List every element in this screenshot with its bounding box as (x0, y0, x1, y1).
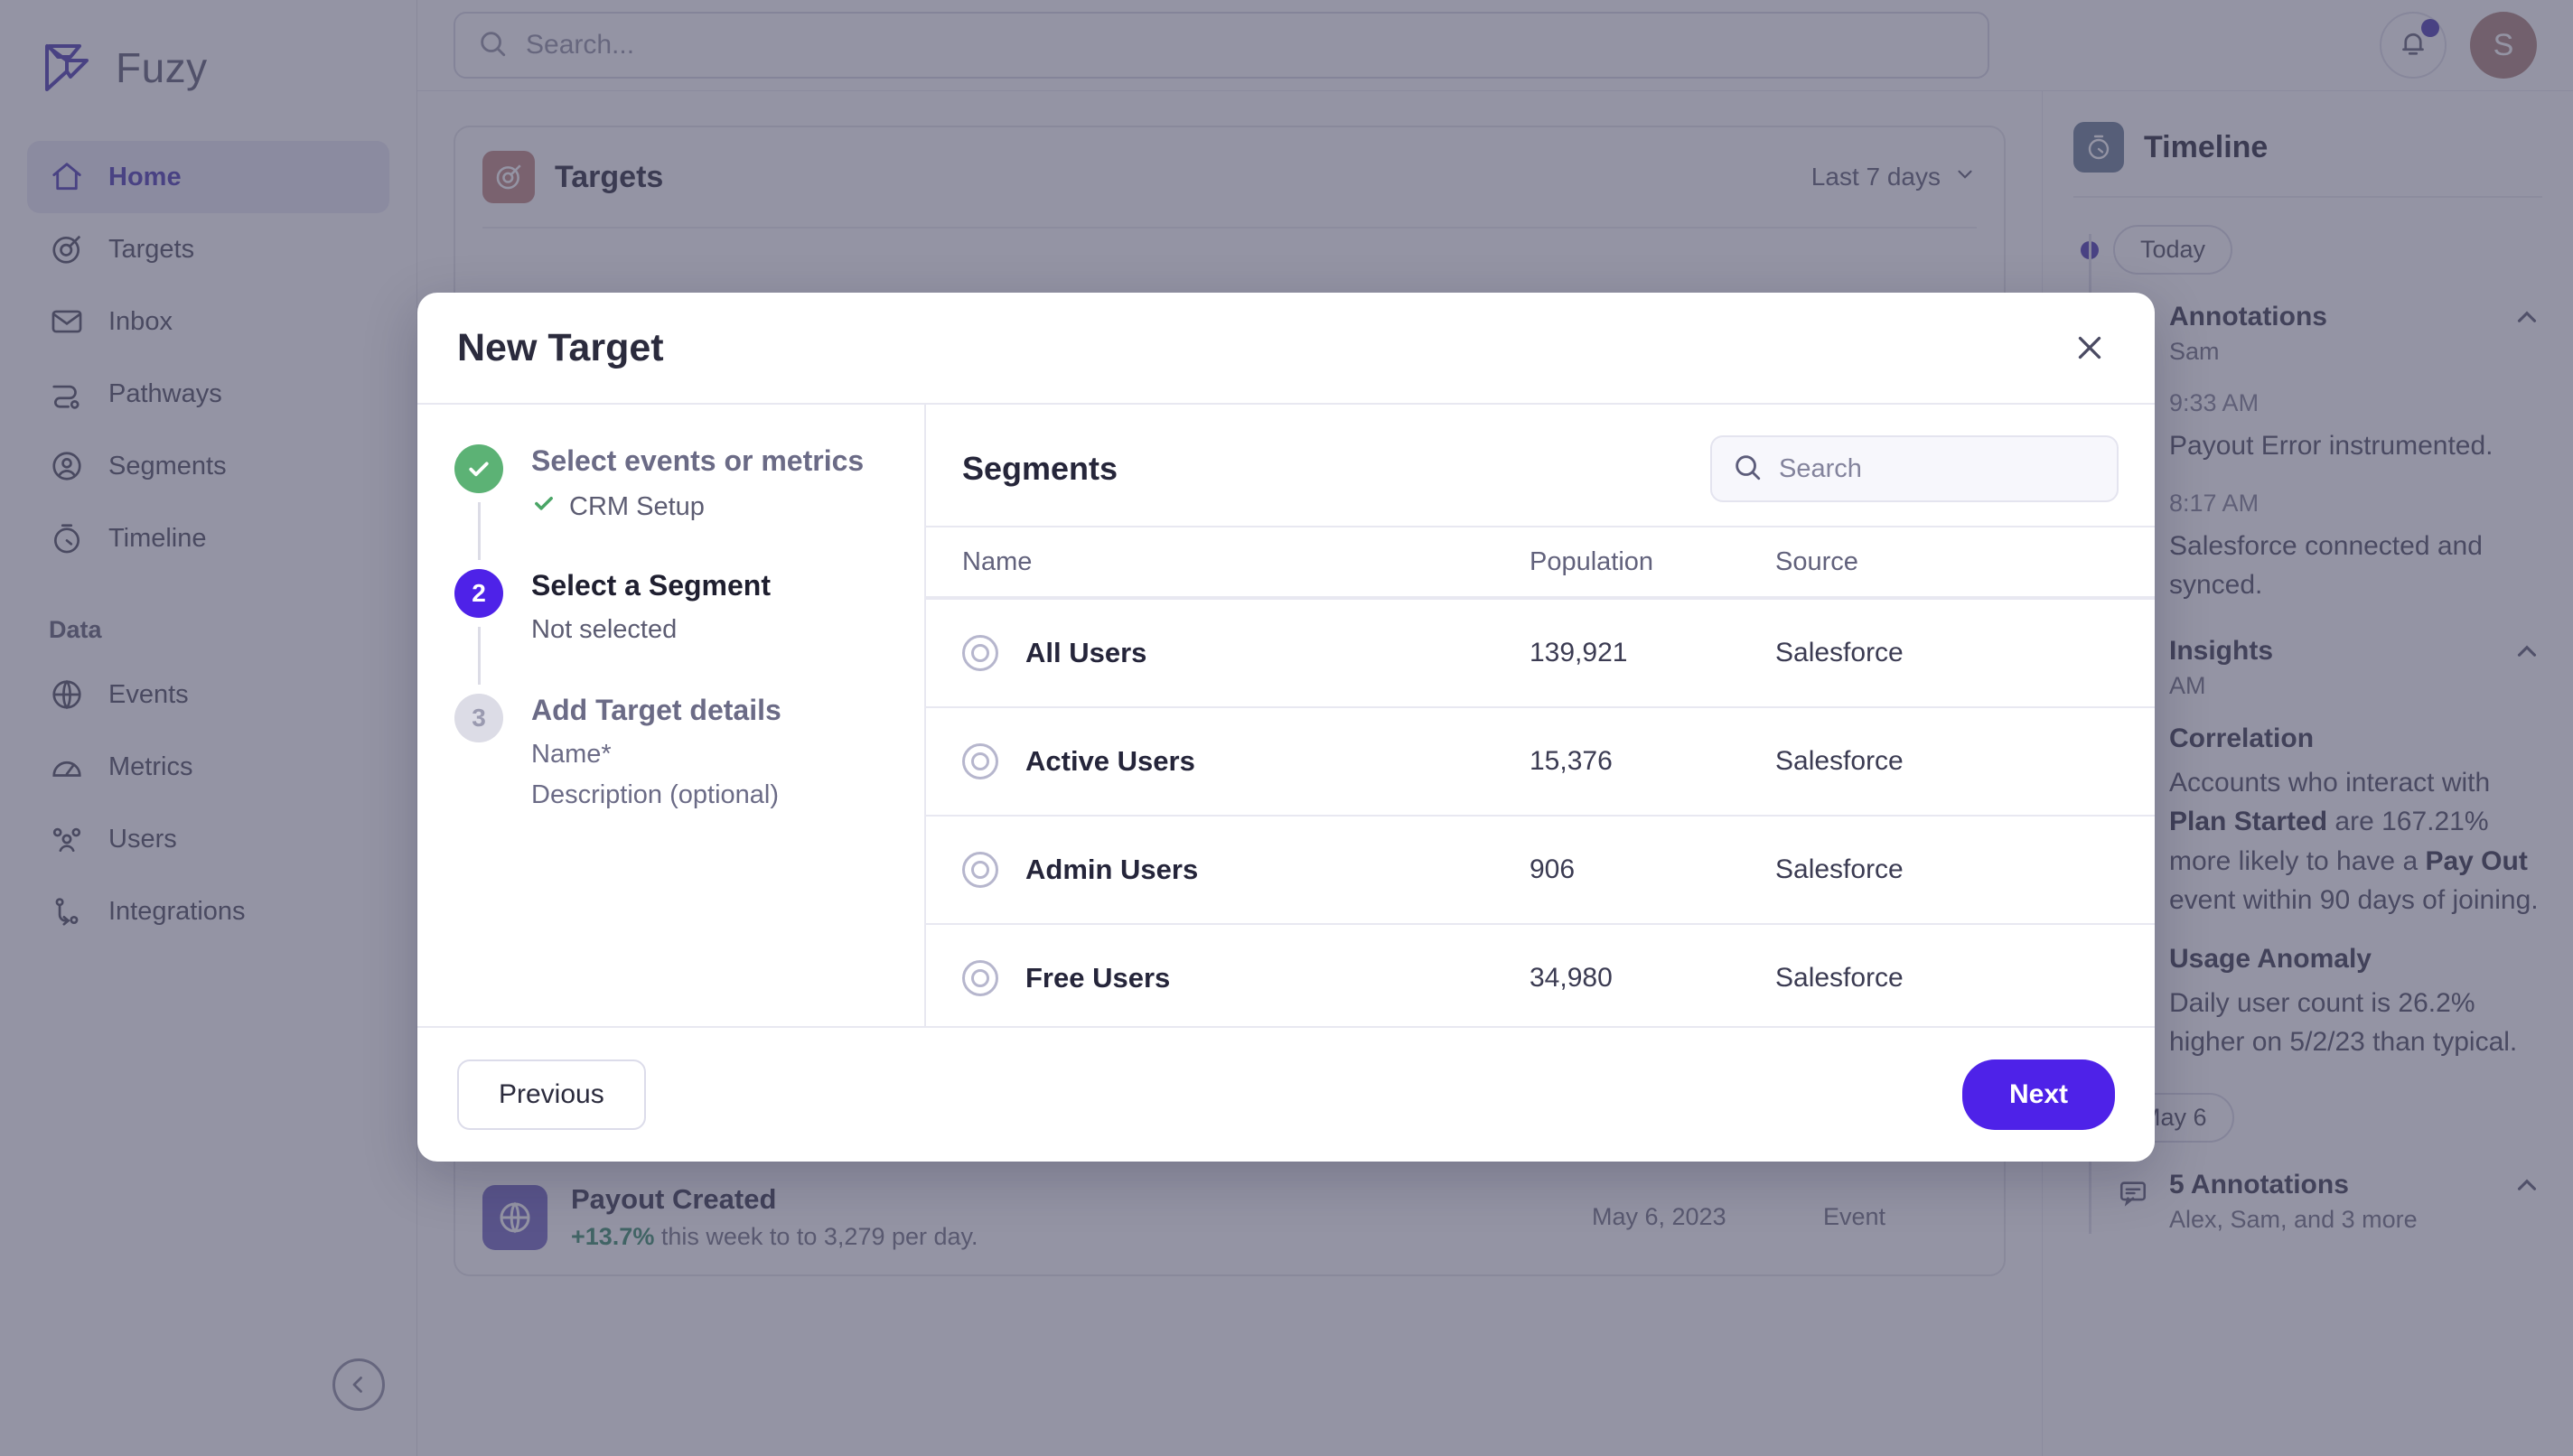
step-list: Select events or metrics CRM Setup 2 Sel… (417, 405, 926, 1026)
radio-inner (971, 752, 989, 770)
step-connector (477, 502, 481, 560)
segment-name-cell: All Users (962, 635, 1530, 671)
segments-heading: Segments (962, 450, 1118, 487)
step-body: Add Target details Name* Description (op… (531, 694, 781, 834)
step-subtitle-text: Not selected (531, 615, 678, 644)
modal-title: New Target (457, 325, 664, 369)
segment-source: Salesforce (1775, 746, 1904, 776)
new-target-modal: New Target Select events or metrics CRM … (417, 293, 2155, 1162)
search-icon (1732, 452, 1763, 487)
segments-search-placeholder: Search (1779, 453, 1862, 483)
radio-button[interactable] (962, 960, 998, 996)
step-subtitle-text: CRM Setup (569, 491, 705, 521)
step-title: Add Target details (531, 694, 781, 726)
segment-source: Salesforce (1775, 638, 1904, 667)
segments-table: Name Population Source All Users 139,921… (926, 526, 2155, 1026)
step-subtitle-secondary: Description (optional) (531, 780, 781, 810)
segment-population: 15,376 (1530, 746, 1613, 776)
column-header-source: Source (1775, 546, 1858, 576)
step-rail: 3 (454, 694, 504, 834)
radio-button[interactable] (962, 743, 998, 779)
step-subtitle: CRM Setup (531, 490, 864, 523)
radio-inner (971, 969, 989, 987)
radio-inner (971, 861, 989, 879)
segment-population: 139,921 (1530, 638, 1628, 667)
segment-name-cell: Free Users (962, 960, 1530, 996)
table-row[interactable]: All Users 139,921 Salesforce (926, 598, 2155, 706)
step-body: Select a Segment Not selected (531, 569, 771, 694)
modal-header: New Target (417, 293, 2155, 403)
segment-source: Salesforce (1775, 854, 1904, 884)
modal-footer: Previous Next (417, 1026, 2155, 1162)
column-header-name: Name (962, 546, 1033, 576)
segments-panel: Segments Search Name Population Source A… (926, 405, 2155, 1026)
step-subtitle: Name* (531, 740, 781, 770)
step-subtitle-text: Name* (531, 740, 612, 769)
step-subtitle-text: Description (optional) (531, 780, 780, 809)
segment-name: Free Users (1025, 962, 1171, 994)
segment-population: 906 (1530, 854, 1576, 884)
modal-body: Select events or metrics CRM Setup 2 Sel… (417, 403, 2155, 1026)
segments-search-input[interactable]: Search (1710, 435, 2119, 502)
step-rail: 2 (454, 569, 504, 694)
column-header-population: Population (1530, 546, 1654, 576)
close-icon[interactable] (2064, 322, 2115, 373)
segment-name: Active Users (1025, 745, 1195, 777)
step-rail (454, 444, 504, 569)
segment-source: Salesforce (1775, 963, 1904, 993)
radio-button[interactable] (962, 852, 998, 888)
segment-name-cell: Admin Users (962, 852, 1530, 888)
segments-header: Segments Search (926, 405, 2155, 526)
step-connector (477, 627, 481, 685)
step-subtitle: Not selected (531, 615, 771, 645)
step-title: Select a Segment (531, 569, 771, 602)
segment-name: All Users (1025, 637, 1147, 668)
radio-inner (971, 644, 989, 662)
step-bullet-current: 2 (454, 569, 503, 618)
check-icon (531, 490, 557, 523)
step-2[interactable]: 2 Select a Segment Not selected (454, 569, 888, 694)
step-title: Select events or metrics (531, 444, 865, 477)
step-bullet-todo: 3 (454, 694, 503, 742)
segment-name-cell: Active Users (962, 743, 1530, 779)
radio-button[interactable] (962, 635, 998, 671)
table-header-row: Name Population Source (926, 526, 2155, 598)
app-root: Fuzy Home Targets (0, 0, 2573, 1456)
segment-population: 34,980 (1530, 963, 1613, 993)
step-1[interactable]: Select events or metrics CRM Setup (454, 444, 888, 569)
step-body: Select events or metrics CRM Setup (531, 444, 864, 569)
step-3[interactable]: 3 Add Target details Name* Description (… (454, 694, 888, 834)
table-row[interactable]: Active Users 15,376 Salesforce (926, 706, 2155, 815)
next-button[interactable]: Next (1961, 1059, 2115, 1130)
table-row[interactable]: Admin Users 906 Salesforce (926, 815, 2155, 923)
segment-name: Admin Users (1025, 854, 1199, 885)
table-row[interactable]: Free Users 34,980 Salesforce (926, 923, 2155, 1026)
previous-button[interactable]: Previous (457, 1059, 646, 1130)
step-bullet-done (454, 444, 503, 493)
